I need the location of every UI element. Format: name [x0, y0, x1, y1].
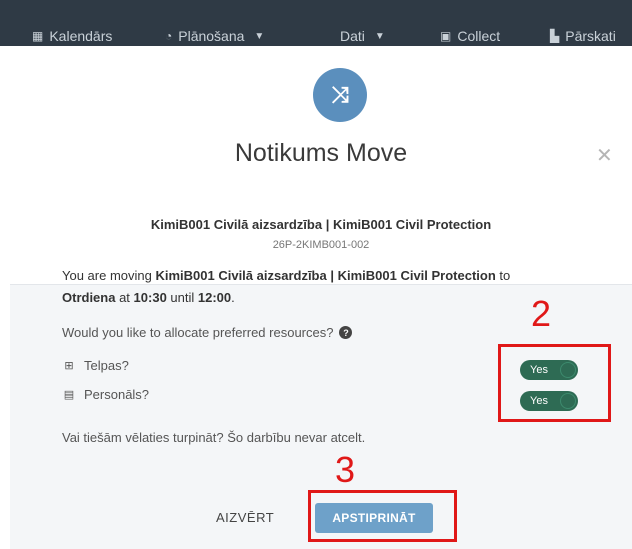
rooms-icon: ⊞	[64, 360, 74, 372]
chevron-down-icon: ▼	[374, 30, 385, 42]
annotation-box-2	[498, 344, 611, 422]
desc-suffix: .	[231, 290, 235, 305]
event-code: 26P-2KIMB001-002	[272, 239, 370, 251]
move-arrows-icon: ⤨	[313, 68, 367, 122]
top-nav: ▦ Kalendārs ◔ Plānošana ▼ Dati ▼ ▣ Colle…	[0, 0, 632, 46]
close-icon[interactable]: ✕	[596, 143, 613, 168]
nav-item-calendar[interactable]: ▦ Kalendārs	[32, 27, 112, 45]
event-name: KimiB001 Civilā aizsardzība | KimiB001 C…	[150, 217, 492, 232]
resource-label: Personāls?	[84, 387, 150, 402]
confirm-warning: Vai tiešām vēlaties turpināt? Šo darbību…	[62, 430, 366, 445]
modal-title: Notikums Move	[234, 139, 408, 167]
nav-item-label: Collect	[457, 28, 501, 44]
resource-row-staff: ▤ Personāls?	[62, 387, 149, 402]
nav-item-label: Dati	[340, 28, 365, 44]
close-button[interactable]: AIZVĒRT	[216, 510, 274, 525]
desc-prefix: You are moving	[62, 268, 156, 283]
chevron-down-icon: ▼	[254, 30, 265, 42]
resource-label: Telpas?	[84, 358, 129, 373]
desc-end: 12:00	[197, 290, 232, 305]
desc-to: to	[495, 268, 511, 283]
allocate-question-text: Would you like to allocate preferred res…	[62, 325, 334, 340]
allocate-question: Would you like to allocate preferred res…	[62, 325, 353, 340]
nav-item-label: Plānošana	[178, 28, 245, 44]
nav-item-data[interactable]: Dati ▼	[340, 27, 385, 45]
desc-start: 10:30	[133, 290, 167, 305]
nav-item-planning[interactable]: ◔ Plānošana ▼	[165, 27, 264, 45]
annotation-box-3	[308, 490, 457, 542]
desc-at: at	[115, 290, 134, 305]
move-description: You are moving KimiB001 Civilā aizsardzī…	[62, 265, 532, 309]
nav-item-collect[interactable]: ▣ Collect	[440, 27, 500, 45]
annotation-label-3: 3	[335, 449, 356, 490]
help-icon[interactable]: ?	[339, 326, 353, 339]
collect-icon: ▣	[440, 29, 452, 43]
desc-day: Otrdiena	[62, 290, 116, 305]
report-icon: ▙	[550, 29, 560, 43]
resource-row-rooms: ⊞ Telpas?	[62, 358, 129, 373]
desc-event: KimiB001 Civilā aizsardzība | KimiB001 C…	[155, 268, 496, 283]
desc-until: until	[166, 290, 198, 305]
staff-icon: ▤	[63, 389, 75, 401]
annotation-label-2: 2	[531, 293, 552, 334]
calendar-icon: ▦	[32, 29, 44, 43]
clock-icon: ◔	[165, 29, 173, 43]
nav-item-label: Kalendārs	[49, 28, 113, 44]
nav-item-reports[interactable]: ▙ Pārskati	[550, 27, 616, 45]
nav-item-label: Pārskati	[565, 28, 616, 44]
